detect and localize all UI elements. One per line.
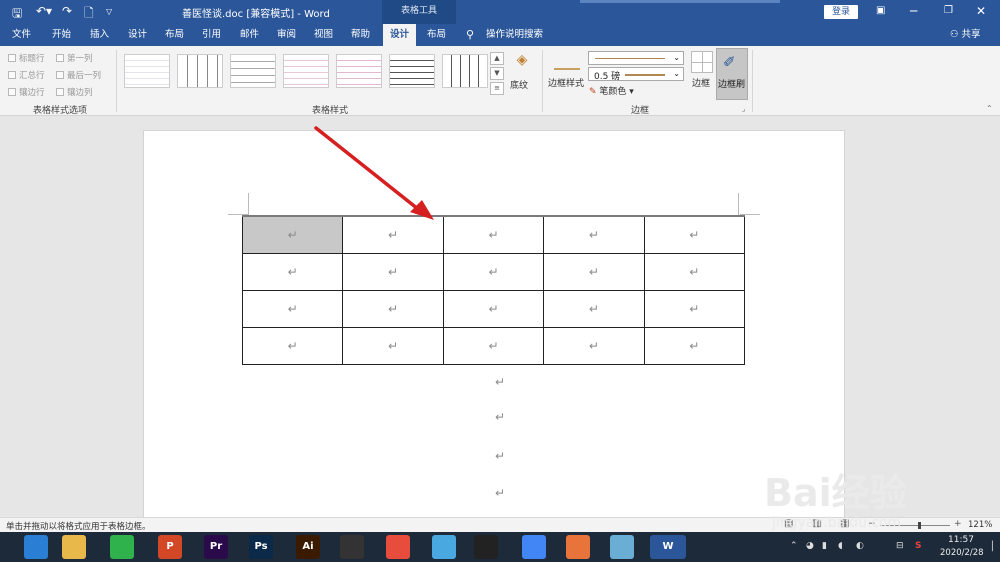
taskbar-app-premiere[interactable]: Pr (204, 535, 228, 559)
taskbar-app-photoshop[interactable]: Ps (249, 535, 273, 559)
taskbar-app-app-red-green[interactable] (386, 535, 410, 559)
app-tray-icon[interactable]: ◐ (856, 541, 864, 551)
show-desktop[interactable]: ▏ (992, 542, 999, 552)
status-message: 单击并拖动以将格式应用于表格边框。 (6, 522, 151, 532)
watermark-url: jingyan.baidu.com (772, 515, 902, 531)
taskbar-app-cloud-app[interactable] (432, 535, 456, 559)
taskbar-app-word[interactable]: W (650, 535, 686, 559)
zoom-level[interactable]: 121% (968, 520, 992, 530)
sogou-icon[interactable]: S (915, 541, 921, 551)
taskbar: P Pr Ps Ai W ⌃ ◕ ▮ ◖ ◐ ⊟ S 11:57 2020/2/28 ▏ (0, 532, 1000, 562)
zoom-in-icon[interactable]: + (954, 519, 962, 529)
taskbar-app-wechat[interactable] (110, 535, 134, 559)
clock-date: 2020/2/28 (940, 548, 984, 558)
network-icon[interactable]: ▮ (822, 541, 827, 551)
zoom-slider-thumb[interactable] (918, 522, 921, 529)
taskbar-app-powerpoint[interactable]: P (158, 535, 182, 559)
up-arrow-icon[interactable]: ⌃ (790, 541, 798, 551)
watermark-brand: Bai经验 (764, 471, 908, 515)
taskbar-app-app-orange[interactable] (566, 535, 590, 559)
volume-icon[interactable]: ◖ (838, 541, 843, 551)
taskbar-app-illustrator[interactable]: Ai (296, 535, 320, 559)
taskbar-app-notepad[interactable] (610, 535, 634, 559)
taskbar-app-file-explorer[interactable] (62, 535, 86, 559)
qq-tray-icon[interactable]: ◕ (806, 541, 814, 551)
taskbar-app-browser[interactable] (24, 535, 48, 559)
ime-icon[interactable]: ⊟ (896, 541, 904, 551)
taskbar-app-video-editor[interactable] (340, 535, 364, 559)
taskbar-app-chrome[interactable] (522, 535, 546, 559)
taskbar-app-qq[interactable] (474, 535, 498, 559)
clock-time: 11:57 (948, 535, 974, 545)
